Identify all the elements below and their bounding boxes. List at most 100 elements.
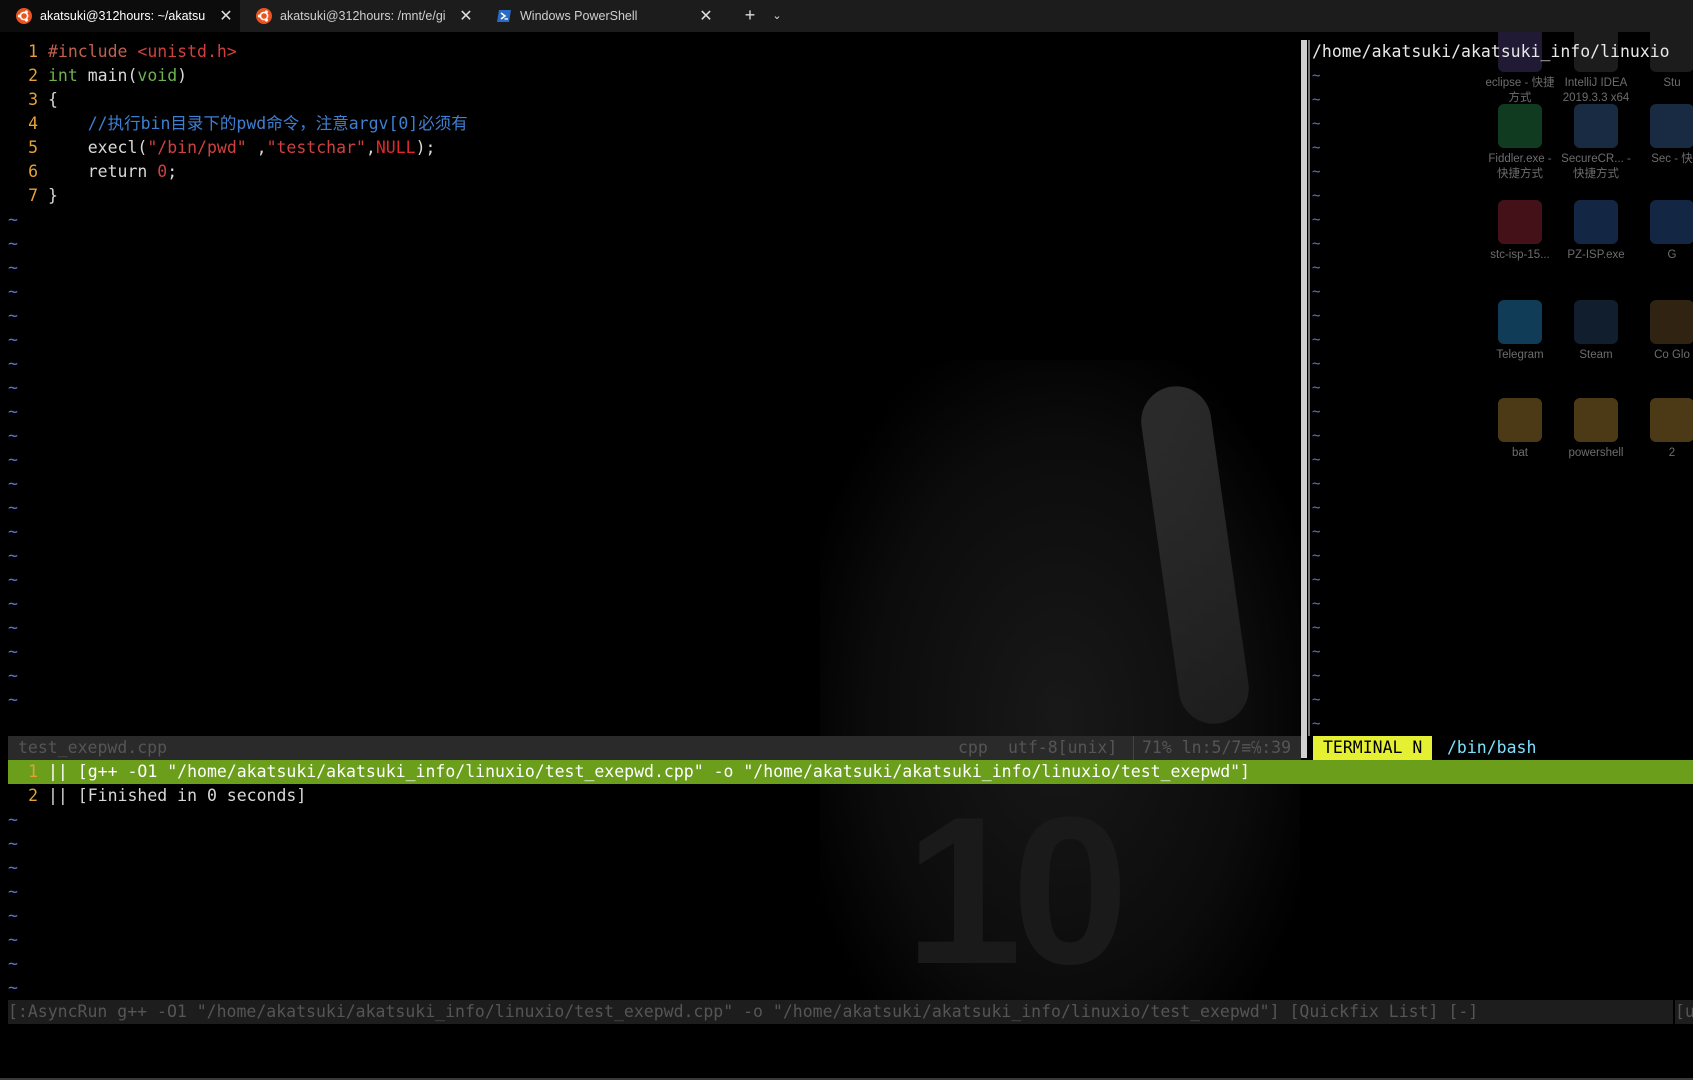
wallpaper-jersey: 10 [905, 773, 1129, 1008]
empty-line-marker: ~ [8, 906, 18, 925]
desktop-shortcut[interactable]: SecureCR... - 快捷方式 [1558, 104, 1634, 182]
code-token: ) [177, 66, 188, 85]
tab-ubuntu-2[interactable]: akatsuki@312hours: /mnt/e/gi ✕ [240, 0, 480, 32]
code-line[interactable]: execl("/bin/pwd" ,"testchar",NULL); [48, 136, 436, 160]
desktop-shortcut-label: bat [1512, 447, 1528, 459]
desktop-shortcut-label: PZ-ISP.exe [1567, 249, 1625, 261]
quickfix-item[interactable]: || [Finished in 0 seconds] [48, 784, 306, 808]
line-number: 7 [28, 186, 38, 205]
code-line[interactable]: //执行bin目录下的pwd命令，注意argv[0]必须有 [48, 112, 468, 136]
tab-label: akatsuki@312hours: /mnt/e/gi [280, 9, 446, 23]
desktop-shortcut-icon [1650, 200, 1693, 244]
line-number: 6 [28, 162, 38, 181]
empty-line-marker: ~ [1312, 428, 1321, 444]
tab-powershell[interactable]: Windows PowerShell ✕ [480, 0, 720, 32]
empty-line-marker: ~ [1312, 572, 1321, 588]
empty-line-marker: ~ [1312, 260, 1321, 276]
empty-line-marker: ~ [1312, 164, 1321, 180]
desktop-shortcut-label: Steam [1579, 349, 1613, 361]
code-line[interactable]: return 0; [48, 160, 177, 184]
empty-line-marker: ~ [8, 666, 18, 685]
empty-line-marker: ~ [1312, 356, 1321, 372]
empty-line-marker: ~ [8, 594, 18, 613]
empty-line-marker: ~ [8, 426, 18, 445]
code-token: } [48, 186, 58, 205]
line-number: 1 [28, 762, 38, 781]
code-token: execl( [48, 138, 148, 157]
vertical-split-divider[interactable] [1301, 40, 1307, 758]
desktop-shortcut[interactable]: Telegram [1482, 300, 1558, 363]
code-line[interactable]: int main(void) [48, 64, 187, 88]
empty-line-marker: ~ [1312, 92, 1321, 108]
empty-line-marker: ~ [1312, 620, 1321, 636]
empty-line-marker: ~ [1312, 68, 1321, 84]
desktop-shortcut[interactable]: bat [1482, 398, 1558, 461]
line-number: 4 [28, 114, 38, 133]
desktop-shortcut[interactable]: powershell [1558, 398, 1634, 461]
ubuntu-icon [256, 8, 272, 24]
close-icon[interactable]: ✕ [452, 6, 480, 26]
terminal-shell: /bin/bash [1447, 738, 1537, 757]
new-tab-button[interactable]: + [736, 0, 764, 32]
empty-line-marker: ~ [1312, 140, 1321, 156]
code-token: int [48, 66, 78, 85]
chevron-down-icon[interactable]: ⌄ [766, 0, 788, 32]
empty-line-marker: ~ [8, 570, 18, 589]
tab-label: Windows PowerShell [520, 9, 638, 23]
desktop-shortcut-icon [1650, 398, 1693, 442]
desktop-shortcut[interactable]: PZ-ISP.exe [1558, 200, 1634, 263]
split-divider-shadow [1308, 40, 1310, 758]
desktop-shortcut[interactable]: Co Glo [1634, 300, 1693, 363]
quickfix-statusline-tail: [u [1675, 1000, 1693, 1024]
desktop-shortcut-icon [1574, 200, 1618, 244]
tab-ubuntu-1[interactable]: akatsuki@312hours: ~/akatsu ✕ [0, 0, 240, 32]
quickfix-statusline: [:AsyncRun g++ -O1 "/home/akatsuki/akats… [8, 1000, 1673, 1024]
empty-line-marker: ~ [8, 930, 18, 949]
empty-line-marker: ~ [8, 450, 18, 469]
desktop-shortcut-label: Fiddler.exe - 快捷方式 [1488, 153, 1552, 180]
code-token: #include [48, 42, 138, 61]
empty-line-marker: ~ [8, 546, 18, 565]
empty-line-marker: ~ [8, 498, 18, 517]
empty-line-marker: ~ [1312, 236, 1321, 252]
desktop-shortcut-icon [1574, 104, 1618, 148]
code-token: "/bin/pwd" [147, 138, 247, 157]
desktop-shortcut[interactable]: Sec - 快 [1634, 104, 1693, 167]
close-icon[interactable]: ✕ [212, 6, 240, 26]
desktop-shortcut-label: 2 [1668, 447, 1676, 459]
code-token: return [48, 162, 158, 181]
quickfix-item[interactable]: || [g++ -O1 "/home/akatsuki/akatsuki_inf… [48, 760, 1250, 784]
empty-line-marker: ~ [8, 618, 18, 637]
empty-line-marker: ~ [8, 282, 18, 301]
empty-line-marker: ~ [1312, 692, 1321, 708]
desktop-shortcut[interactable]: G [1634, 200, 1693, 263]
close-icon[interactable]: ✕ [692, 6, 720, 26]
empty-line-marker: ~ [8, 882, 18, 901]
ubuntu-icon [16, 8, 32, 24]
desktop-shortcut[interactable]: stc-isp-15... [1482, 200, 1558, 263]
code-line[interactable]: } [48, 184, 58, 208]
line-number: 5 [28, 138, 38, 157]
desktop-shortcut-label: SecureCR... - 快捷方式 [1561, 153, 1631, 180]
empty-line-marker: ~ [8, 642, 18, 661]
code-line[interactable]: #include <unistd.h> [48, 40, 237, 64]
line-number: 3 [28, 90, 38, 109]
desktop-shortcut-icon [1574, 300, 1618, 344]
desktop-shortcut[interactable]: 2 [1634, 398, 1693, 461]
desktop-shortcut-icon [1498, 104, 1542, 148]
empty-line-marker: ~ [8, 522, 18, 541]
desktop-shortcut-icon [1574, 398, 1618, 442]
desktop-shortcut[interactable]: Steam [1558, 300, 1634, 363]
code-line[interactable]: { [48, 88, 58, 112]
empty-line-marker: ~ [8, 810, 18, 829]
empty-line-marker: ~ [8, 954, 18, 973]
empty-line-marker: ~ [1312, 644, 1321, 660]
desktop-shortcut[interactable]: Fiddler.exe - 快捷方式 [1482, 104, 1558, 182]
editor-statusline: test_exepwd.cpp cpp utf-8[unix] 71% ln:5… [8, 736, 1301, 760]
empty-line-marker: ~ [8, 306, 18, 325]
tab-label: akatsuki@312hours: ~/akatsu [40, 9, 206, 23]
empty-line-marker: ~ [1312, 716, 1321, 732]
empty-line-marker: ~ [1312, 524, 1321, 540]
code-token: main( [77, 66, 138, 85]
desktop-shortcut-label: Telegram [1496, 349, 1544, 361]
